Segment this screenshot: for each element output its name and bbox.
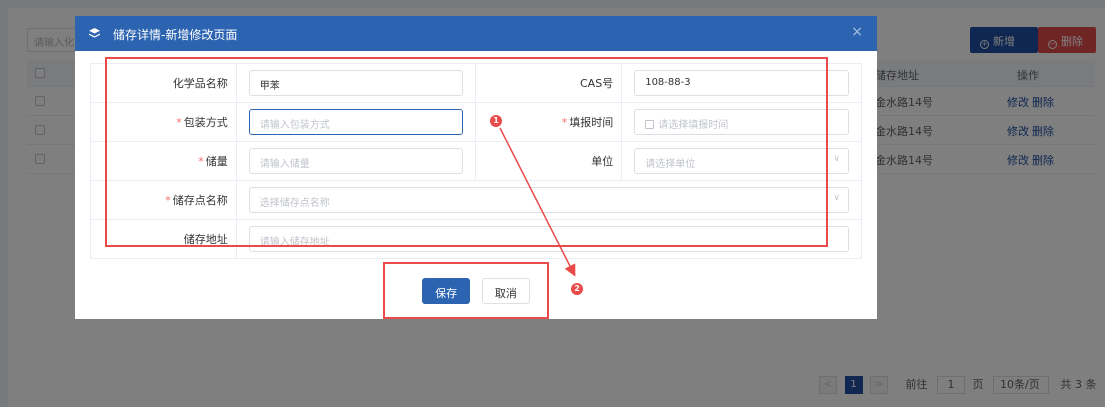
annotation-box-buttons bbox=[383, 262, 549, 319]
layers-icon bbox=[89, 28, 100, 38]
annotation-box-form bbox=[105, 57, 828, 247]
chevron-down-icon: ∨ bbox=[833, 193, 840, 203]
chevron-down-icon: ∨ bbox=[833, 154, 840, 164]
dialog-header: 储存详情-新增修改页面 × bbox=[75, 16, 877, 51]
annotation-marker-2: 2 bbox=[571, 283, 583, 295]
annotation-marker-1: 1 bbox=[490, 115, 502, 127]
dialog-title: 储存详情-新增修改页面 bbox=[113, 28, 238, 42]
close-icon[interactable]: × bbox=[851, 25, 863, 39]
